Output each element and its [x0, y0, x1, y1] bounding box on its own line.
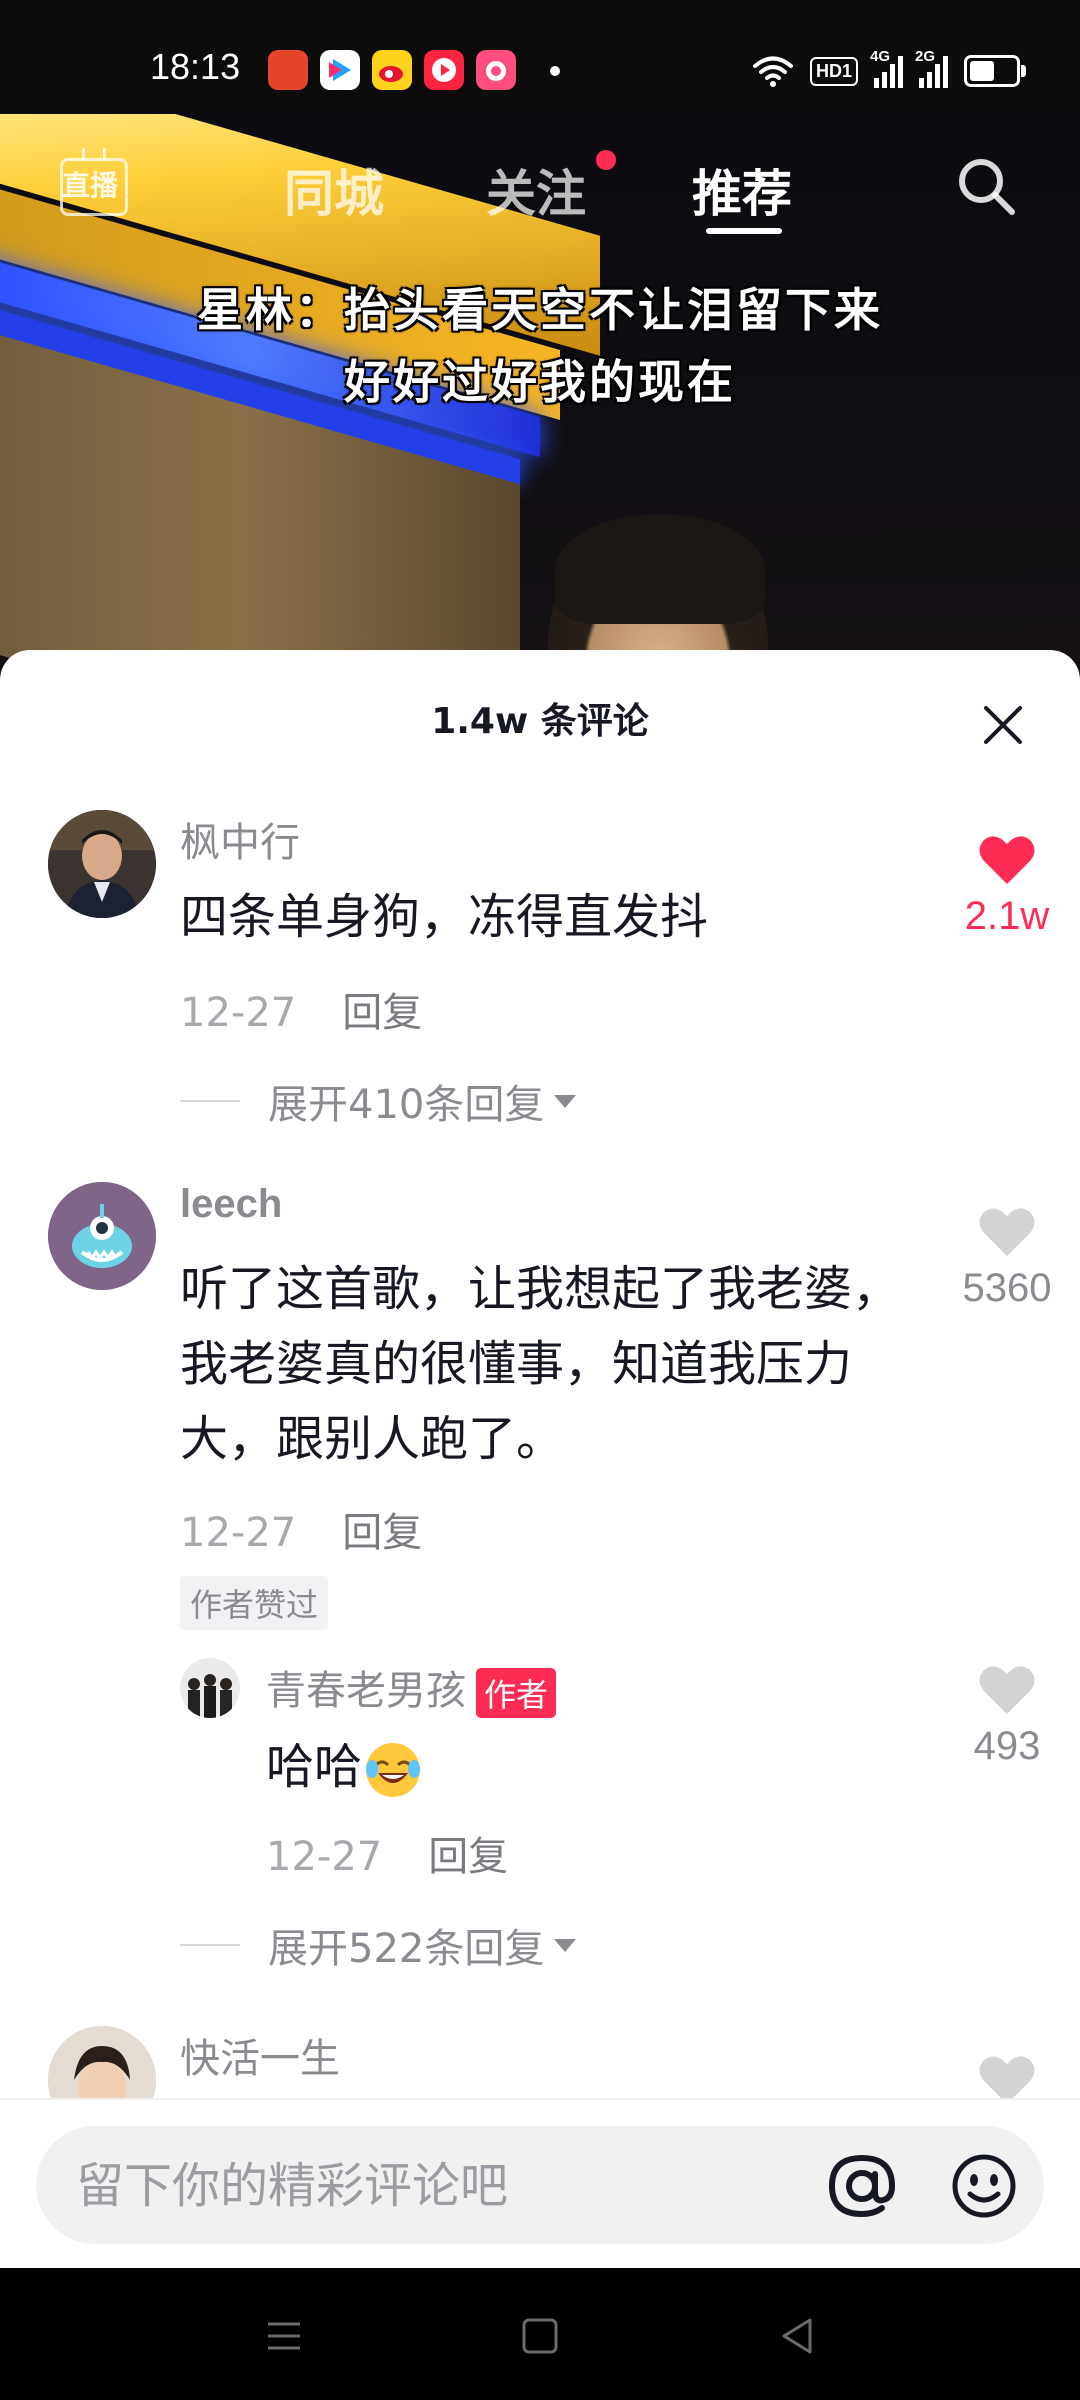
comment-input[interactable]	[74, 2126, 838, 2246]
comment-meta: 12-27 回复	[266, 1824, 508, 1882]
back-triangle-icon[interactable]	[776, 2314, 820, 2358]
author-badge: 作者	[476, 1668, 557, 1718]
comment-text: 四条单身狗，冻得直发抖	[180, 889, 709, 945]
hd-voice-badge: HD1	[809, 56, 858, 86]
reply-text-row: 哈哈	[266, 1730, 866, 1805]
reply-button[interactable]: 回复	[342, 1510, 422, 1556]
active-tab-indicator	[706, 228, 782, 234]
expand-replies[interactable]: 展开522条回复	[180, 1916, 577, 1974]
status-bar: 18:13 HD1 4G 2G	[0, 0, 1080, 114]
comment-author[interactable]: 青春老男孩	[266, 1668, 466, 1714]
like-count: 2.1w	[964, 894, 1050, 938]
expand-replies[interactable]: 展开410条回复	[180, 1072, 577, 1130]
top-nav: 直播 同城 关注 推荐	[0, 114, 1080, 244]
comment-date: 12-27	[180, 990, 297, 1036]
search-icon[interactable]	[954, 154, 1018, 218]
video-caption: 星林：抬头看天空不让泪留下来 好好过好我的现在	[0, 274, 1080, 418]
caret-down-icon	[554, 1094, 577, 1108]
emoji-smile-icon[interactable]	[948, 2150, 1020, 2222]
comments-count-title: 1.4w 条评论	[431, 701, 649, 742]
caption-line-1: 星林：抬头看天空不让泪留下来	[197, 283, 883, 337]
avatar[interactable]	[180, 1658, 240, 1718]
notification-more-dot	[550, 66, 560, 76]
comment-meta: 12-27 回复	[180, 1500, 422, 1558]
wifi-icon	[752, 56, 793, 87]
battery-icon	[964, 55, 1026, 87]
comment-author[interactable]: 快活一生	[180, 2026, 340, 2084]
heart-icon	[979, 836, 1035, 884]
comment-text: 哈哈	[266, 1739, 363, 1795]
following-notification-dot	[596, 150, 616, 170]
weibo-icon	[372, 50, 412, 90]
tab-same-city[interactable]: 同城	[284, 154, 384, 226]
avatar[interactable]	[48, 1182, 156, 1290]
camera-app-icon	[476, 50, 516, 90]
caption-line-2: 好好过好我的现在	[344, 355, 736, 409]
heart-outline-icon	[979, 1666, 1035, 1714]
status-time: 18:13	[150, 46, 241, 87]
live-button[interactable]: 直播	[60, 148, 128, 216]
comment-input-container[interactable]	[36, 2126, 1044, 2246]
like-count: 5360	[962, 1266, 1052, 1310]
comments-sheet: 1.4w 条评论 枫中行 四条单身狗，冻得直发抖 12-27 回复 2.1w 展开…	[0, 650, 1080, 2270]
tab-following[interactable]: 关注	[486, 154, 586, 226]
reply-button[interactable]: 回复	[428, 1834, 508, 1880]
like-button[interactable]: 2.1w	[952, 834, 1062, 939]
avatar[interactable]	[48, 810, 156, 918]
caret-down-icon	[554, 1938, 577, 1952]
system-navigation-bar	[0, 2268, 1080, 2400]
live-label: 直播	[62, 169, 119, 202]
expand-replies-label: 展开522条回复	[268, 1926, 545, 1972]
youku-icon	[320, 50, 360, 90]
tab-recommended[interactable]: 推荐	[692, 154, 792, 226]
comment-author[interactable]: 枫中行	[180, 810, 300, 868]
comment-author[interactable]: leech	[180, 1182, 282, 1227]
like-count: 493	[973, 1724, 1041, 1768]
close-icon[interactable]	[978, 700, 1028, 750]
expand-replies-label: 展开410条回复	[268, 1082, 545, 1128]
mention-at-icon[interactable]	[826, 2150, 898, 2222]
like-button[interactable]: 493	[952, 1664, 1062, 1769]
comment-date: 12-27	[180, 1510, 297, 1556]
divider-line	[180, 1944, 240, 1946]
comment-text: 听了这首歌，让我想起了我老婆，我老婆真的很懂事，知道我压力大，跟别人跑了。	[180, 1261, 901, 1467]
author-liked-tag: 作者赞过	[180, 1576, 329, 1630]
video-app-icon	[424, 50, 464, 90]
comment-input-bar	[0, 2098, 1080, 2270]
home-square-icon[interactable]	[518, 2314, 562, 2358]
heart-outline-icon	[979, 1208, 1035, 1256]
laughing-crying-emoji-icon	[366, 1743, 421, 1797]
divider-line	[180, 1100, 240, 1102]
comment-date: 12-27	[266, 1834, 383, 1880]
comment-meta: 12-27 回复	[180, 980, 422, 1038]
like-button[interactable]: 5360	[952, 1206, 1062, 1311]
person-hair	[555, 514, 765, 624]
reply-author-row: 青春老男孩 作者	[266, 1658, 557, 1718]
signal-2g-icon: 2G	[915, 48, 948, 88]
signal-4g-icon: 4G	[870, 48, 903, 88]
weibo-ecommerce-icon	[268, 50, 308, 90]
reply-button[interactable]: 回复	[342, 990, 422, 1036]
menu-icon[interactable]	[262, 2314, 306, 2358]
